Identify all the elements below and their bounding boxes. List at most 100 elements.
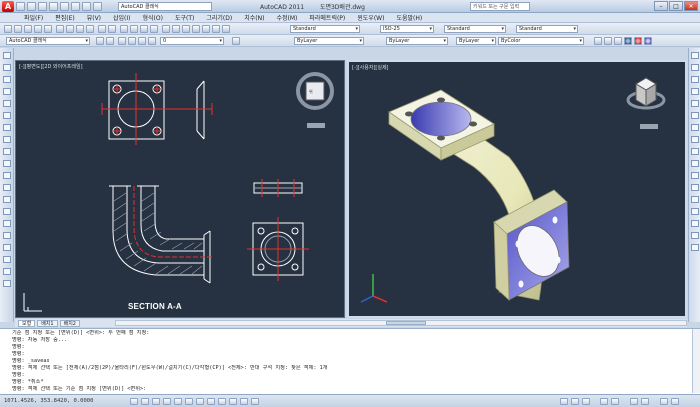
extend-icon[interactable] — [691, 172, 699, 179]
construction-line-icon[interactable] — [3, 64, 11, 71]
sphere-icon-1[interactable] — [624, 37, 632, 45]
menu-item[interactable]: 형식(O) — [143, 13, 163, 22]
preview-icon[interactable] — [44, 25, 52, 33]
menu-item[interactable]: 편집(E) — [55, 13, 75, 22]
array-icon[interactable] — [691, 100, 699, 107]
spline-icon[interactable] — [3, 148, 11, 155]
menu-item[interactable]: 뷰(V) — [87, 13, 101, 22]
menu-item[interactable]: 도구(T) — [175, 13, 194, 22]
markup-icon[interactable] — [202, 25, 210, 33]
zoom-previous-icon[interactable] — [150, 25, 158, 33]
viewport-2d[interactable]: [-][평면도][2D 와이어프레임] 위 SECTION A-A — [15, 60, 345, 318]
dropdown-icon[interactable] — [93, 2, 102, 11]
workspace-select[interactable]: AutoCAD 클래식 — [118, 2, 212, 11]
scroll-thumb[interactable] — [386, 321, 426, 325]
sheet-set-icon[interactable] — [192, 25, 200, 33]
new-icon[interactable] — [4, 25, 12, 33]
break-at-point-icon[interactable] — [691, 184, 699, 191]
grid-display-icon[interactable] — [152, 398, 160, 405]
open-file-icon[interactable] — [27, 2, 36, 11]
quick-view-layouts-icon[interactable] — [571, 398, 579, 405]
region-icon[interactable] — [3, 244, 11, 251]
layer-state-icon[interactable] — [106, 37, 114, 45]
fillet-icon[interactable] — [691, 232, 699, 239]
make-block-icon[interactable] — [3, 196, 11, 203]
help-icon[interactable] — [222, 25, 230, 33]
plotstyle-select[interactable]: ByColor — [498, 37, 584, 45]
redo-icon[interactable] — [108, 25, 116, 33]
tab-model[interactable]: 모형 — [18, 319, 36, 327]
open-icon[interactable] — [14, 25, 22, 33]
design-center-icon[interactable] — [172, 25, 180, 33]
color-square-icon[interactable] — [148, 37, 156, 45]
mirror-icon[interactable] — [691, 76, 699, 83]
save-as-icon[interactable] — [49, 2, 58, 11]
lineweight-select[interactable]: ByLayer — [456, 37, 496, 45]
add-selected-icon[interactable] — [3, 280, 11, 287]
color-select[interactable]: ByLayer — [294, 37, 364, 45]
tab-layout1[interactable]: 배치1 — [37, 319, 58, 327]
command-line[interactable]: 기준 점 지정 또는 [변위(D)] <변위>: 두 번째 점 지정: 명령: 자… — [0, 328, 700, 394]
plot-icon[interactable] — [60, 2, 69, 11]
text-style-select[interactable]: Standard — [290, 25, 360, 33]
ortho-mode-icon[interactable] — [163, 398, 171, 405]
lineweight-icon[interactable] — [240, 398, 248, 405]
clean-screen-icon[interactable] — [671, 398, 679, 405]
redo-icon[interactable] — [82, 2, 91, 11]
match-properties-icon[interactable] — [86, 25, 94, 33]
layer-icon[interactable] — [96, 37, 104, 45]
sphere-icon-3[interactable] — [644, 37, 652, 45]
revision-cloud-icon[interactable] — [3, 136, 11, 143]
offset-icon[interactable] — [691, 88, 699, 95]
isolate-objects-icon[interactable] — [660, 398, 668, 405]
close-button[interactable]: ✕ — [684, 1, 698, 11]
paste-icon[interactable] — [76, 25, 84, 33]
annotation-scale-icon[interactable] — [600, 398, 608, 405]
workspace-switching-icon[interactable] — [630, 398, 638, 405]
multiline-text-icon[interactable] — [3, 268, 11, 275]
maximize-button[interactable]: □ — [669, 1, 683, 11]
menu-item[interactable]: 삽입(I) — [113, 13, 131, 22]
calculator-icon[interactable] — [212, 25, 220, 33]
rectangle-icon[interactable] — [3, 100, 11, 107]
move-icon[interactable] — [691, 112, 699, 119]
workspace-combo[interactable]: AutoCAD 클래식 — [6, 37, 90, 45]
mleader-style-select[interactable]: Standard — [516, 25, 578, 33]
polyline-icon[interactable] — [3, 76, 11, 83]
ellipse-icon[interactable] — [3, 160, 11, 167]
copy-icon[interactable] — [691, 64, 699, 71]
scale-icon[interactable] — [691, 136, 699, 143]
layer-select[interactable]: 0 — [160, 37, 224, 45]
light-bulb-icon[interactable] — [118, 37, 126, 45]
table-style-select[interactable]: Standard — [444, 25, 506, 33]
arc-icon[interactable] — [3, 112, 11, 119]
quick-properties-icon[interactable] — [251, 398, 259, 405]
undo-icon[interactable] — [71, 2, 80, 11]
zoom-window-icon[interactable] — [140, 25, 148, 33]
viewport-3d[interactable]: [-][사용자][실제] — [347, 60, 687, 318]
pan-icon[interactable] — [120, 25, 128, 33]
explode-icon[interactable] — [691, 244, 699, 251]
dim-style-select[interactable]: ISO-25 — [380, 25, 434, 33]
menu-item[interactable]: 도움말(H) — [396, 13, 422, 22]
new-file-icon[interactable] — [16, 2, 25, 11]
make-current-icon[interactable] — [232, 37, 240, 45]
menu-item[interactable]: 파일(F) — [24, 13, 43, 22]
save-icon[interactable] — [24, 25, 32, 33]
sphere-icon-2[interactable] — [634, 37, 642, 45]
trim-icon[interactable] — [691, 160, 699, 167]
visual-style-icon-1[interactable] — [594, 37, 602, 45]
quick-view-drawings-icon[interactable] — [582, 398, 590, 405]
menu-item[interactable]: 그리기(D) — [206, 13, 232, 22]
horizontal-scrollbar[interactable] — [115, 320, 687, 326]
erase-icon[interactable] — [691, 52, 699, 59]
lock-ui-icon[interactable] — [641, 398, 649, 405]
rotate-icon[interactable] — [691, 124, 699, 131]
search-input[interactable]: 키워드 또는 구문 입력 — [470, 2, 530, 11]
print-icon[interactable] — [34, 25, 42, 33]
menu-item[interactable]: 윈도우(W) — [357, 13, 384, 22]
break-icon[interactable] — [691, 196, 699, 203]
save-icon[interactable] — [38, 2, 47, 11]
polygon-icon[interactable] — [3, 88, 11, 95]
ellipse-arc-icon[interactable] — [3, 172, 11, 179]
